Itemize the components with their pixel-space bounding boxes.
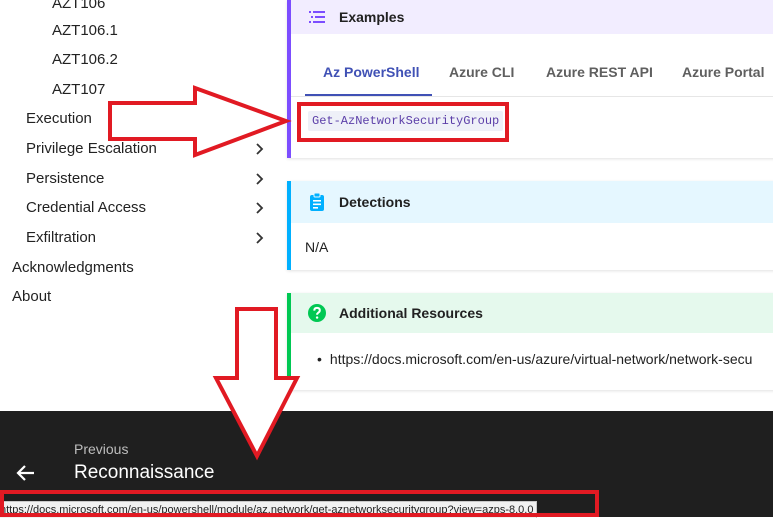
list-icon xyxy=(307,7,327,27)
nav-section-execution[interactable]: Execution xyxy=(26,107,264,131)
nav-item-azt106-1[interactable]: AZT106.1 xyxy=(52,19,118,43)
bullet-icon: • xyxy=(317,351,322,367)
nav-item-azt107[interactable]: AZT107 xyxy=(52,78,105,102)
examples-title: Examples xyxy=(339,9,405,25)
sidebar-nav: AZT106 AZT106.1 AZT106.2 AZT107 Executio… xyxy=(0,0,270,411)
nav-item-label: AZT107 xyxy=(52,81,106,98)
clipboard-icon xyxy=(307,192,327,212)
tab-azure-cli[interactable]: Azure CLI xyxy=(449,50,514,94)
resources-header: Additional Resources xyxy=(291,293,773,333)
chevron-right-icon xyxy=(256,143,264,155)
chevron-right-icon xyxy=(256,113,264,125)
nav-item-label: Acknowledgments xyxy=(12,259,134,276)
tab-azure-rest-api[interactable]: Azure REST API xyxy=(546,50,653,94)
nav-section-label: Execution xyxy=(26,110,92,127)
annotation-box-code xyxy=(297,102,509,142)
nav-item-azt106-2[interactable]: AZT106.2 xyxy=(52,48,118,72)
resources-list: • https://docs.microsoft.com/en-us/azure/… xyxy=(317,351,752,367)
arrow-left-icon[interactable] xyxy=(14,461,38,485)
detections-admonition: Detections N/A xyxy=(287,181,773,270)
nav-section-persistence[interactable]: Persistence xyxy=(26,167,264,191)
nav-section-credential-access[interactable]: Credential Access xyxy=(26,196,264,220)
example-tabs: Az PowerShell Azure CLI Azure REST API A… xyxy=(291,50,773,97)
detections-title: Detections xyxy=(339,194,411,210)
question-circle-icon xyxy=(307,303,327,323)
detections-header: Detections xyxy=(291,181,773,223)
resources-admonition: Additional Resources • https://docs.micro… xyxy=(287,293,773,390)
nav-section-label: Persistence xyxy=(26,170,105,187)
tab-azure-portal[interactable]: Azure Portal xyxy=(682,50,764,94)
detections-body: N/A xyxy=(305,239,329,255)
nav-section-exfiltration[interactable]: Exfiltration xyxy=(26,226,264,250)
nav-item-azt106[interactable]: AZT106 xyxy=(52,0,105,16)
nav-item-label: AZT106.1 xyxy=(52,22,118,39)
nav-item-acknowledgments[interactable]: Acknowledgments xyxy=(12,256,134,280)
chevron-right-icon xyxy=(256,173,264,185)
resources-title: Additional Resources xyxy=(339,305,483,321)
nav-item-about[interactable]: About xyxy=(12,285,51,309)
nav-section-label: Privilege Escalation xyxy=(26,140,157,157)
examples-header: Examples xyxy=(291,0,773,34)
chevron-right-icon xyxy=(256,202,264,214)
nav-item-label: AZT106.2 xyxy=(52,51,118,68)
nav-item-label: About xyxy=(12,288,52,305)
tab-az-powershell[interactable]: Az PowerShell xyxy=(323,50,419,94)
nav-section-label: Credential Access xyxy=(26,199,147,216)
nav-section-privilege-escalation[interactable]: Privilege Escalation xyxy=(26,137,264,161)
active-tab-indicator xyxy=(305,94,432,96)
nav-section-label: Exfiltration xyxy=(26,229,97,246)
resource-link[interactable]: https://docs.microsoft.com/en-us/azure/v… xyxy=(330,351,753,367)
annotation-box-url xyxy=(0,490,599,517)
chevron-right-icon xyxy=(256,232,264,244)
nav-item-label: AZT106 xyxy=(52,0,106,12)
previous-label: Previous xyxy=(74,441,129,457)
previous-page-link[interactable]: Reconnaissance xyxy=(74,462,214,484)
